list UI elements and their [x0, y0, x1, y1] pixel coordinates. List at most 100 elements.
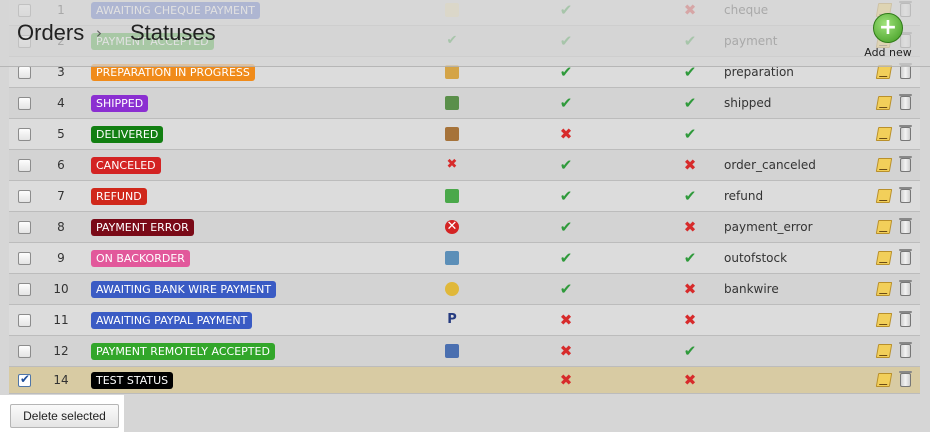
- row-id: 12: [53, 344, 69, 358]
- edit-action[interactable]: [875, 305, 893, 335]
- delete-icon[interactable]: [898, 218, 912, 234]
- status-icon-cell: [441, 243, 463, 273]
- delete-selected-button[interactable]: Delete selected: [10, 404, 119, 428]
- edit-action[interactable]: [875, 119, 893, 149]
- edit-icon[interactable]: [875, 220, 893, 234]
- cross-icon: ✖: [683, 280, 697, 298]
- table-row[interactable]: 12 PAYMENT REMOTELY ACCEPTED ✖ ✔: [9, 336, 920, 367]
- flag-column-1[interactable]: ✔: [556, 243, 576, 273]
- edit-icon[interactable]: [875, 373, 893, 387]
- coins-icon: [445, 282, 459, 296]
- flag-column-2[interactable]: ✔: [680, 119, 700, 149]
- edit-action[interactable]: [875, 181, 893, 211]
- edit-action[interactable]: [875, 274, 893, 304]
- cross-icon: ✖: [446, 157, 458, 172]
- flag-column-1[interactable]: ✔: [556, 150, 576, 180]
- flag-column-1[interactable]: ✔: [556, 212, 576, 242]
- delete-icon[interactable]: [898, 156, 912, 172]
- status-icon-cell: P: [441, 305, 463, 335]
- row-checkbox[interactable]: [18, 158, 31, 172]
- table-row[interactable]: 7 REFUND ✔ ✔ refund: [9, 181, 920, 212]
- delete-action[interactable]: [897, 88, 913, 118]
- edit-icon[interactable]: [875, 127, 893, 141]
- add-new-label: Add new: [864, 46, 912, 59]
- row-checkbox[interactable]: [18, 251, 31, 265]
- row-checkbox[interactable]: [18, 189, 31, 203]
- delete-icon[interactable]: [898, 187, 912, 203]
- delete-icon[interactable]: [898, 342, 912, 358]
- delete-icon[interactable]: [898, 125, 912, 141]
- flag-column-1[interactable]: ✖: [556, 367, 576, 393]
- flag-column-2[interactable]: ✔: [680, 336, 700, 366]
- edit-icon[interactable]: [875, 251, 893, 265]
- status-badge: PAYMENT REMOTELY ACCEPTED: [91, 342, 275, 360]
- row-checkbox[interactable]: [18, 65, 31, 79]
- status-badge: AWAITING BANK WIRE PAYMENT: [91, 280, 277, 298]
- status-cell: AWAITING BANK WIRE PAYMENT: [91, 274, 277, 304]
- backorder-icon: [445, 251, 459, 265]
- edit-icon[interactable]: [875, 313, 893, 327]
- delete-icon[interactable]: [898, 94, 912, 110]
- delete-action[interactable]: [897, 336, 913, 366]
- edit-icon[interactable]: [875, 189, 893, 203]
- flag-column-1[interactable]: ✖: [556, 336, 576, 366]
- flag-column-1[interactable]: ✔: [556, 181, 576, 211]
- flag-column-2[interactable]: ✔: [680, 88, 700, 118]
- status-icon-cell: [441, 367, 463, 393]
- table-row[interactable]: 11 AWAITING PAYPAL PAYMENT P ✖ ✖: [9, 305, 920, 336]
- edit-action[interactable]: [875, 367, 893, 393]
- edit-icon[interactable]: [875, 65, 893, 79]
- edit-icon[interactable]: [875, 344, 893, 358]
- row-checkbox[interactable]: [18, 344, 31, 358]
- flag-column-1[interactable]: ✔: [556, 274, 576, 304]
- flag-column-2[interactable]: ✔: [680, 243, 700, 273]
- delete-action[interactable]: [897, 243, 913, 273]
- template-name: payment_error: [724, 220, 813, 234]
- table-row[interactable]: 4 SHIPPED ✔ ✔ shipped: [9, 88, 920, 119]
- delete-icon[interactable]: [898, 249, 912, 265]
- flag-column-2[interactable]: ✖: [680, 150, 700, 180]
- table-row[interactable]: 14 TEST STATUS ✖ ✖: [9, 367, 920, 394]
- table-row[interactable]: 10 AWAITING BANK WIRE PAYMENT ✔ ✖ bankwi…: [9, 274, 920, 305]
- delete-action[interactable]: [897, 274, 913, 304]
- breadcrumb-orders[interactable]: Orders: [17, 20, 84, 46]
- flag-column-2[interactable]: ✔: [680, 181, 700, 211]
- delete-action[interactable]: [897, 305, 913, 335]
- flag-column-2[interactable]: ✖: [680, 274, 700, 304]
- edit-icon[interactable]: [875, 96, 893, 110]
- flag-column-2[interactable]: ✖: [680, 305, 700, 335]
- add-new-button[interactable]: + Add new: [862, 13, 914, 59]
- edit-action[interactable]: [875, 212, 893, 242]
- edit-action[interactable]: [875, 243, 893, 273]
- flag-column-1[interactable]: ✖: [556, 305, 576, 335]
- status-badge: PAYMENT ERROR: [91, 218, 194, 236]
- row-checkbox[interactable]: [18, 282, 31, 296]
- delete-icon[interactable]: [898, 371, 912, 387]
- row-checkbox[interactable]: [18, 127, 31, 141]
- row-checkbox[interactable]: [18, 372, 31, 387]
- row-checkbox[interactable]: [18, 313, 31, 327]
- table-row[interactable]: 5 DELIVERED ✖ ✔: [9, 119, 920, 150]
- delete-action[interactable]: [897, 181, 913, 211]
- delete-icon[interactable]: [898, 63, 912, 79]
- edit-icon[interactable]: [875, 158, 893, 172]
- row-checkbox[interactable]: [18, 220, 31, 234]
- flag-column-2[interactable]: ✖: [680, 212, 700, 242]
- flag-column-1[interactable]: ✔: [556, 88, 576, 118]
- delete-icon[interactable]: [898, 311, 912, 327]
- table-row[interactable]: 9 ON BACKORDER ✔ ✔ outofstock: [9, 243, 920, 274]
- edit-action[interactable]: [875, 88, 893, 118]
- delete-action[interactable]: [897, 119, 913, 149]
- delete-action[interactable]: [897, 367, 913, 393]
- table-row[interactable]: 8 PAYMENT ERROR ✕ ✔ ✖ payment_error: [9, 212, 920, 243]
- table-row[interactable]: 6 CANCELED ✖ ✔ ✖ order_canceled: [9, 150, 920, 181]
- row-checkbox[interactable]: [18, 96, 31, 110]
- flag-column-1[interactable]: ✖: [556, 119, 576, 149]
- edit-icon[interactable]: [875, 282, 893, 296]
- edit-action[interactable]: [875, 150, 893, 180]
- delete-icon[interactable]: [898, 280, 912, 296]
- flag-column-2[interactable]: ✖: [680, 367, 700, 393]
- delete-action[interactable]: [897, 212, 913, 242]
- delete-action[interactable]: [897, 150, 913, 180]
- edit-action[interactable]: [875, 336, 893, 366]
